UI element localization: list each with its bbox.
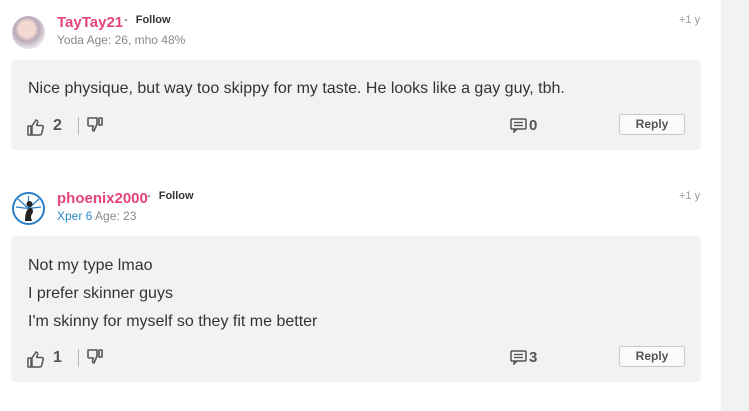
reply-button[interactable]: Reply <box>619 346 685 367</box>
thumbs-up-icon[interactable] <box>27 350 45 368</box>
timestamp: +1 y <box>679 14 701 26</box>
user-age: Age: 23 <box>95 209 137 223</box>
username[interactable]: TayTay21 <box>57 14 123 31</box>
divider <box>78 117 79 135</box>
reply-button[interactable]: Reply <box>619 114 685 135</box>
comment-card: Not my type lmao I prefer skinner guys I… <box>11 236 701 382</box>
user-meta: Yoda Age: 26, mho 48% <box>57 33 186 47</box>
separator: - <box>147 190 151 202</box>
comment-text: Nice physique, but way too skippy for my… <box>28 80 565 97</box>
avatar[interactable] <box>12 192 45 225</box>
comment-item: phoenix2000 - Follow Xper 6 Age: 23 +1 y… <box>0 176 721 382</box>
thumbs-down-icon[interactable] <box>87 348 105 366</box>
like-count: 1 <box>53 349 62 366</box>
message-count: 3 <box>529 349 538 366</box>
message-icon[interactable] <box>510 350 527 365</box>
divider <box>78 349 79 367</box>
comment-text-line: Not my type lmao <box>28 257 153 274</box>
message-icon[interactable] <box>510 118 527 133</box>
thumbs-up-icon[interactable] <box>27 118 45 136</box>
comment-text-line: I'm skinny for myself so they fit me bet… <box>28 313 318 330</box>
follow-link[interactable]: Follow <box>136 14 171 26</box>
comment-actions: 2 0 Reply <box>11 114 701 142</box>
comment-text-line: I prefer skinner guys <box>28 285 173 302</box>
username[interactable]: phoenix2000 <box>57 190 148 207</box>
comment-actions: 1 3 Reply <box>11 346 701 374</box>
xper-level: Xper 6 <box>57 209 93 223</box>
avatar[interactable] <box>12 16 45 49</box>
timestamp: +1 y <box>679 190 701 202</box>
comment-header: TayTay21 - Follow Yoda Age: 26, mho 48% … <box>0 0 721 60</box>
message-count: 0 <box>529 117 538 134</box>
comment-header: phoenix2000 - Follow Xper 6 Age: 23 +1 y <box>0 176 721 236</box>
follow-group: - Follow <box>124 14 171 26</box>
thumbs-down-icon[interactable] <box>87 116 105 134</box>
follow-group: - Follow <box>147 190 194 202</box>
separator: - <box>124 14 128 26</box>
user-meta: Xper 6 Age: 23 <box>57 209 136 223</box>
comment-card: Nice physique, but way too skippy for my… <box>11 60 701 150</box>
comment-item: TayTay21 - Follow Yoda Age: 26, mho 48% … <box>0 0 721 150</box>
avatar-illustration <box>15 196 42 221</box>
scrollbar-track[interactable] <box>721 0 749 411</box>
follow-link[interactable]: Follow <box>159 190 194 202</box>
like-count: 2 <box>53 117 62 134</box>
